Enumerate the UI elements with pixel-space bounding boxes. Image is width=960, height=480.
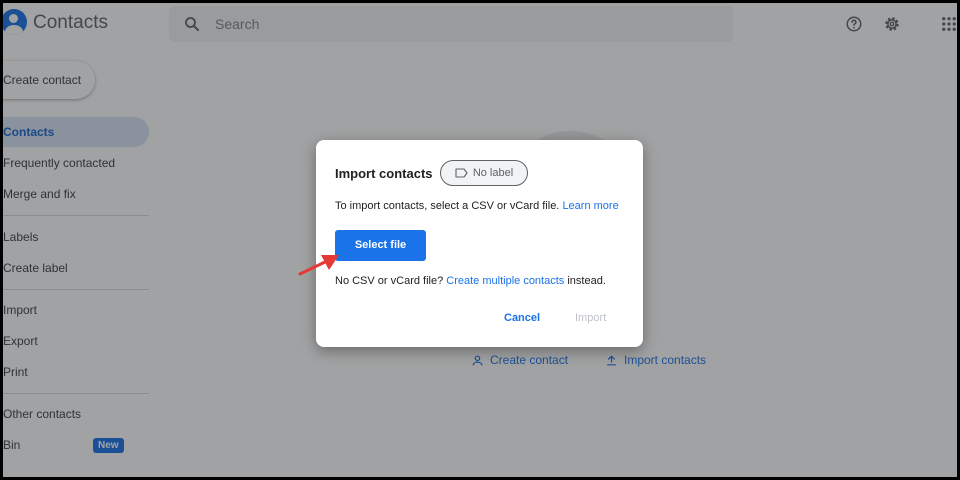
dialog-description: To import contacts, select a CSV or vCar… <box>335 200 619 212</box>
contacts-app: Contacts Create contac <box>3 3 957 477</box>
dialog-title: Import contacts <box>335 166 433 181</box>
import-button[interactable]: Import <box>575 312 606 324</box>
dialog-description-text: To import contacts, select a CSV or vCar… <box>335 200 560 212</box>
label-chip[interactable]: No label <box>440 160 528 186</box>
red-arrow-annotation <box>298 255 339 276</box>
import-contacts-dialog: Import contacts No label To import conta… <box>316 140 643 347</box>
create-multiple-contacts-link[interactable]: Create multiple contacts <box>446 275 564 287</box>
select-file-button[interactable]: Select file <box>335 230 426 261</box>
no-file-prefix: No CSV or vCard file? <box>335 275 444 287</box>
no-file-suffix: instead. <box>567 275 606 287</box>
learn-more-link[interactable]: Learn more <box>562 200 618 212</box>
cancel-button[interactable]: Cancel <box>504 312 540 324</box>
label-tag-icon <box>455 168 468 178</box>
label-chip-text: No label <box>472 167 514 179</box>
dialog-alt-text: No CSV or vCard file? Create multiple co… <box>335 275 606 287</box>
